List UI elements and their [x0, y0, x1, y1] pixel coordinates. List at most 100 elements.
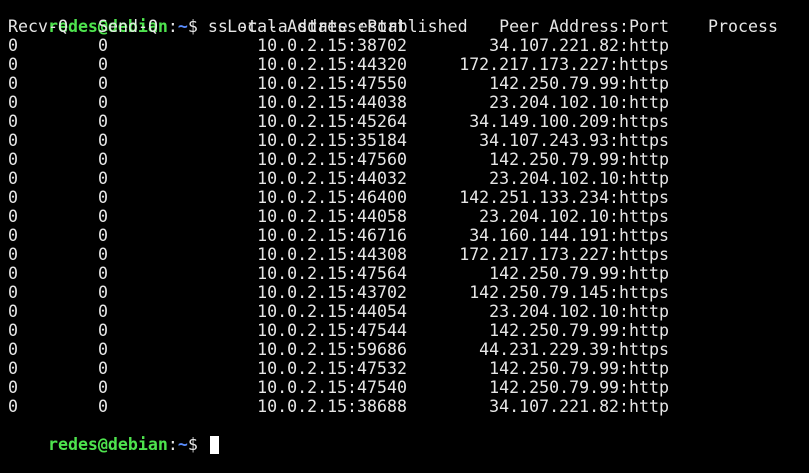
- header-local-address: Local Address:Port: [227, 17, 407, 36]
- cell-peer-address: 172.217.173.227:https: [459, 245, 669, 264]
- cell-recv-q: 0: [8, 340, 18, 359]
- cell-recv-q: 0: [8, 55, 18, 74]
- cell-peer-address: 142.250.79.99:http: [489, 378, 669, 397]
- cell-send-q: 0: [98, 245, 108, 264]
- table-row: 0 0 10.0.2.15:47560 142.250.79.99:http: [8, 150, 809, 169]
- cell-send-q: 0: [98, 340, 108, 359]
- table-row: 0 0 10.0.2.15:45264 34.149.100.209:https: [8, 112, 809, 131]
- cell-recv-q: 0: [8, 302, 18, 321]
- cell-send-q: 0: [98, 359, 108, 378]
- cell-local-address: 10.0.2.15:47544: [257, 321, 407, 340]
- cell-recv-q: 0: [8, 226, 18, 245]
- table-row: 0 0 10.0.2.15:47564 142.250.79.99:http: [8, 264, 809, 283]
- cell-local-address: 10.0.2.15:38688: [257, 397, 407, 416]
- cell-peer-address: 142.250.79.99:http: [489, 150, 669, 169]
- table-row: 0 0 10.0.2.15:47544 142.250.79.99:http: [8, 321, 809, 340]
- cell-peer-address: 142.250.79.99:http: [489, 74, 669, 93]
- cell-send-q: 0: [98, 207, 108, 226]
- connection-list: 0 0 10.0.2.15:38702 34.107.221.82:http 0 0 10.…: [8, 36, 809, 416]
- cell-send-q: 0: [98, 283, 108, 302]
- prompt-dollar: $: [187, 435, 208, 454]
- cell-recv-q: 0: [8, 321, 18, 340]
- cell-send-q: 0: [98, 131, 108, 150]
- header-peer-address: Peer Address:Port: [499, 17, 669, 36]
- cell-local-address: 10.0.2.15:44038: [257, 93, 407, 112]
- cell-send-q: 0: [98, 112, 108, 131]
- table-header: Recv-Q Send-Q Local Address:Port Peer Ad…: [8, 17, 809, 36]
- cell-peer-address: 34.107.221.82:http: [489, 397, 669, 416]
- table-row: 0 0 10.0.2.15:43702 142.250.79.145:https: [8, 283, 809, 302]
- cell-local-address: 10.0.2.15:46400: [257, 188, 407, 207]
- cell-peer-address: 142.250.79.99:http: [489, 264, 669, 283]
- table-row: 0 0 10.0.2.15:47550 142.250.79.99:http: [8, 74, 809, 93]
- cell-local-address: 10.0.2.15:46716: [257, 226, 407, 245]
- prompt-path: ~: [177, 435, 188, 454]
- cell-recv-q: 0: [8, 74, 18, 93]
- cell-peer-address: 23.204.102.10:http: [489, 302, 669, 321]
- cell-recv-q: 0: [8, 245, 18, 264]
- table-row: 0 0 10.0.2.15:59686 44.231.229.39:https: [8, 340, 809, 359]
- cell-local-address: 10.0.2.15:43702: [257, 283, 407, 302]
- cell-peer-address: 142.250.79.99:http: [489, 321, 669, 340]
- cell-recv-q: 0: [8, 359, 18, 378]
- cell-recv-q: 0: [8, 207, 18, 226]
- table-row: 0 0 10.0.2.15:44038 23.204.102.10:http: [8, 93, 809, 112]
- table-row: 0 0 10.0.2.15:38688 34.107.221.82:http: [8, 397, 809, 416]
- cell-recv-q: 0: [8, 378, 18, 397]
- cell-local-address: 10.0.2.15:47540: [257, 378, 407, 397]
- cell-send-q: 0: [98, 74, 108, 93]
- cell-local-address: 10.0.2.15:47560: [257, 150, 407, 169]
- cell-peer-address: 142.251.133.234:https: [459, 188, 669, 207]
- cell-peer-address: 44.231.229.39:https: [479, 340, 669, 359]
- cell-peer-address: 23.204.102.10:http: [489, 93, 669, 112]
- header-process: Process: [708, 17, 778, 36]
- cell-send-q: 0: [98, 321, 108, 340]
- cell-local-address: 10.0.2.15:44058: [257, 207, 407, 226]
- cell-peer-address: 34.107.221.82:http: [489, 36, 669, 55]
- cell-peer-address: 34.107.243.93:https: [479, 131, 669, 150]
- header-recv-q: Recv-Q: [8, 17, 68, 36]
- cell-recv-q: 0: [8, 112, 18, 131]
- cell-send-q: 0: [98, 264, 108, 283]
- cell-send-q: 0: [98, 378, 108, 397]
- cell-local-address: 10.0.2.15:47564: [257, 264, 407, 283]
- cell-peer-address: 34.149.100.209:https: [469, 112, 669, 131]
- table-row: 0 0 10.0.2.15:44308 172.217.173.227:https: [8, 245, 809, 264]
- cell-local-address: 10.0.2.15:38702: [257, 36, 407, 55]
- cell-peer-address: 172.217.173.227:https: [459, 55, 669, 74]
- table-row: 0 0 10.0.2.15:44032 23.204.102.10:http: [8, 169, 809, 188]
- cell-send-q: 0: [98, 397, 108, 416]
- terminal-window[interactable]: redes@debian:~$ ss -t -a state establish…: [8, 0, 809, 454]
- cell-recv-q: 0: [8, 397, 18, 416]
- table-row: 0 0 10.0.2.15:35184 34.107.243.93:https: [8, 131, 809, 150]
- cell-local-address: 10.0.2.15:44054: [257, 302, 407, 321]
- table-row: 0 0 10.0.2.15:44058 23.204.102.10:https: [8, 207, 809, 226]
- cell-send-q: 0: [98, 226, 108, 245]
- table-row: 0 0 10.0.2.15:44320 172.217.173.227:https: [8, 55, 809, 74]
- cell-recv-q: 0: [8, 169, 18, 188]
- cell-local-address: 10.0.2.15:35184: [257, 131, 407, 150]
- cell-recv-q: 0: [8, 283, 18, 302]
- cell-send-q: 0: [98, 93, 108, 112]
- cell-local-address: 10.0.2.15:44320: [257, 55, 407, 74]
- prompt-colon: :: [167, 435, 178, 454]
- table-row: 0 0 10.0.2.15:44054 23.204.102.10:http: [8, 302, 809, 321]
- cell-recv-q: 0: [8, 188, 18, 207]
- table-row: 0 0 10.0.2.15:46400 142.251.133.234:https: [8, 188, 809, 207]
- cell-recv-q: 0: [8, 131, 18, 150]
- cell-local-address: 10.0.2.15:47532: [257, 359, 407, 378]
- cell-peer-address: 23.204.102.10:http: [489, 169, 669, 188]
- cell-peer-address: 142.250.79.99:http: [489, 359, 669, 378]
- cell-local-address: 10.0.2.15:47550: [257, 74, 407, 93]
- final-prompt-line[interactable]: redes@debian:~$: [8, 416, 809, 454]
- table-row: 0 0 10.0.2.15:47532 142.250.79.99:http: [8, 359, 809, 378]
- table-row: 0 0 10.0.2.15:47540 142.250.79.99:http: [8, 378, 809, 397]
- cell-send-q: 0: [98, 302, 108, 321]
- cell-recv-q: 0: [8, 36, 18, 55]
- cell-send-q: 0: [98, 55, 108, 74]
- cell-send-q: 0: [98, 169, 108, 188]
- text-cursor: [209, 436, 219, 454]
- cell-local-address: 10.0.2.15:44032: [257, 169, 407, 188]
- cell-send-q: 0: [98, 150, 108, 169]
- cell-local-address: 10.0.2.15:44308: [257, 245, 407, 264]
